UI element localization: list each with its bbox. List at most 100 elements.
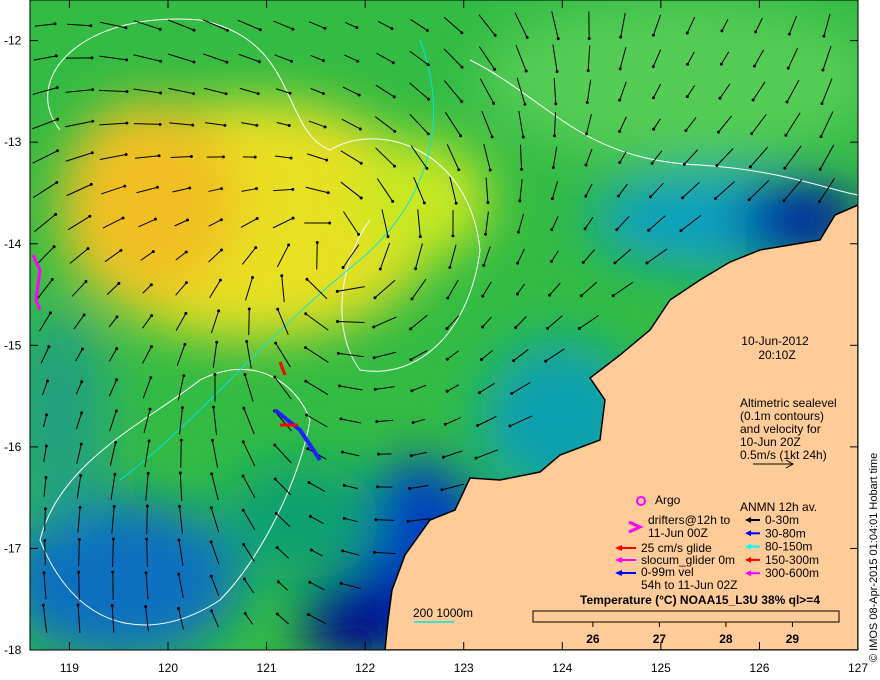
velocity-arrow-head xyxy=(125,58,129,62)
anmn-label: 0-30m xyxy=(765,513,799,527)
velocity-arrow-head xyxy=(256,92,260,96)
velocity-arrow-head xyxy=(325,158,329,162)
velocity-arrow-head xyxy=(584,194,588,198)
map-time: 20:10Z xyxy=(758,348,795,362)
velocity-arrow-head xyxy=(581,260,585,264)
velocity-arrow-head xyxy=(225,28,229,32)
lon-tick-label: 119 xyxy=(60,661,79,675)
velocity-arrow-head xyxy=(111,537,115,541)
velocity-arrow-head xyxy=(408,487,412,491)
velocity-arrow-head xyxy=(459,134,463,138)
velocity-arrow-head xyxy=(819,135,823,139)
legend-anmn-title: ANMN 12h av. xyxy=(740,500,817,514)
velocity-arrow-head xyxy=(611,294,615,298)
velocity-arrow-head xyxy=(651,33,655,37)
velocity-arrow-head xyxy=(378,267,382,271)
legend-vel: 0-99m vel xyxy=(641,565,694,579)
velocity-arrow-head xyxy=(442,455,446,459)
velocity-arrow-head xyxy=(550,197,554,201)
velocity-arrow-head xyxy=(615,228,619,232)
velocity-arrow-head xyxy=(520,167,524,171)
velocity-arrow-head xyxy=(124,153,128,157)
velocity-arrow-head xyxy=(115,378,119,382)
velocity-arrow-head xyxy=(460,31,464,35)
velocity-arrow-head xyxy=(52,245,56,249)
velocity-arrow-head xyxy=(818,199,822,203)
velocity-arrow-head xyxy=(242,577,246,581)
velocity-arrow-head xyxy=(274,511,278,515)
velocity-arrow-head xyxy=(88,214,92,218)
velocity-arrow-head xyxy=(144,571,148,575)
note-line: (0.1m contours) xyxy=(740,409,824,423)
velocity-arrow-head xyxy=(49,311,53,315)
velocity-arrow-head xyxy=(359,196,363,200)
velocity-arrow-head xyxy=(180,406,184,410)
velocity-arrow-head xyxy=(80,347,84,351)
velocity-arrow-head xyxy=(119,248,123,252)
velocity-arrow-head xyxy=(750,132,754,136)
velocity-arrow-head xyxy=(245,339,249,343)
velocity-arrow-head xyxy=(525,35,529,39)
velocity-arrow-head xyxy=(390,27,394,31)
lon-tick-label: 120 xyxy=(158,661,178,675)
velocity-arrow-head xyxy=(474,456,478,460)
velocity-arrow-head xyxy=(273,477,277,481)
velocity-arrow-head xyxy=(304,312,308,316)
velocity-arrow-head xyxy=(274,341,278,345)
lat-tick-label: -17 xyxy=(4,541,22,555)
velocity-arrow-head xyxy=(110,604,114,608)
velocity-arrow-head xyxy=(255,123,259,127)
velocity-arrow-head xyxy=(493,33,497,37)
velocity-arrow-head xyxy=(681,196,685,200)
velocity-arrow-head xyxy=(79,442,83,446)
legend-drifters: drifters@12h to xyxy=(648,513,731,527)
velocity-arrow-head xyxy=(42,571,46,575)
velocity-arrow-head xyxy=(258,28,262,32)
velocity-arrow-head xyxy=(321,59,325,63)
velocity-arrow-head xyxy=(243,373,247,377)
velocity-arrow-head xyxy=(291,216,295,220)
velocity-arrow-head xyxy=(90,151,94,155)
velocity-arrow-head xyxy=(328,221,332,225)
velocity-arrow-head xyxy=(821,68,825,72)
velocity-arrow-head xyxy=(113,472,117,476)
velocity-arrow-head xyxy=(512,359,516,363)
velocity-arrow-head xyxy=(410,297,414,301)
velocity-arrow-head xyxy=(585,100,589,104)
velocity-arrow-head xyxy=(336,351,340,355)
velocity-arrow-head xyxy=(584,132,588,136)
velocity-arrow-head xyxy=(440,488,444,492)
velocity-arrow-head xyxy=(785,100,789,104)
velocity-arrow-head xyxy=(192,60,196,64)
note-line: 0.5m/s (1kt 24h) xyxy=(740,448,827,462)
velocity-arrow-head xyxy=(148,407,152,411)
velocity-arrow-head xyxy=(115,347,119,351)
velocity-arrow-head xyxy=(358,127,362,131)
velocity-arrow-head xyxy=(186,218,190,222)
velocity-arrow-head xyxy=(409,454,413,458)
velocity-arrow-head xyxy=(184,311,188,315)
lat-tick-label: -15 xyxy=(4,338,22,352)
velocity-arrow-head xyxy=(56,117,60,121)
velocity-arrow-head xyxy=(254,187,258,191)
lon-tick-label: 125 xyxy=(651,661,671,675)
velocity-arrow-head xyxy=(255,217,259,221)
velocity-arrow xyxy=(248,308,250,336)
lat-tick-label: -18 xyxy=(4,643,22,657)
velocity-arrow-head xyxy=(451,234,455,238)
velocity-arrow-head xyxy=(276,307,280,311)
velocity-arrow-head xyxy=(460,99,464,103)
velocity-arrow-head xyxy=(783,166,787,170)
velocity-arrow-head xyxy=(720,29,724,33)
velocity-arrow-head xyxy=(291,27,295,31)
velocity-arrow-head xyxy=(679,229,683,233)
velocity-arrow-head xyxy=(209,506,213,510)
velocity-arrow-head xyxy=(427,97,431,101)
velocity-arrow-head xyxy=(91,88,95,92)
velocity-arrow-head xyxy=(685,95,689,99)
velocity-arrow-head xyxy=(84,280,88,284)
velocity-arrow-head xyxy=(454,201,458,205)
velocity-arrow-head xyxy=(716,130,720,134)
velocity-arrow-head xyxy=(41,603,45,607)
velocity-arrow-head xyxy=(304,346,308,350)
